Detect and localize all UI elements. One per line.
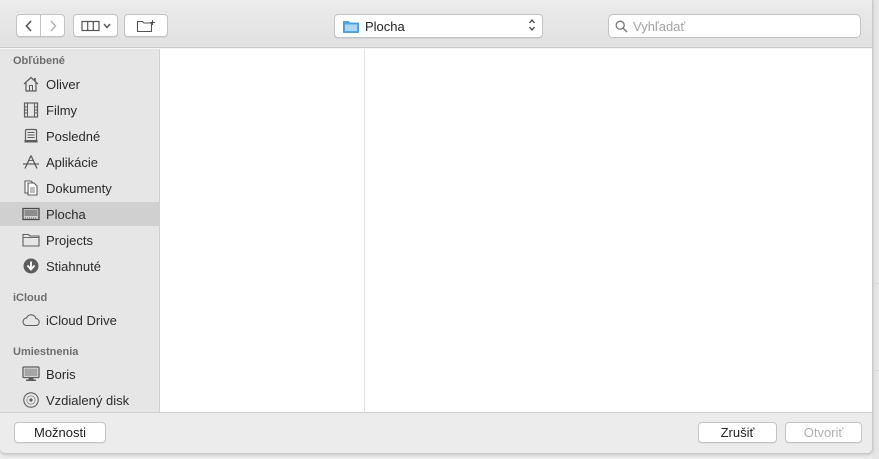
section-title-locations: Umiestnenia (13, 346, 79, 358)
sidebar-item-label: Boris (46, 366, 76, 382)
location-label: Plocha (365, 18, 405, 34)
desktop-folder-icon (343, 20, 359, 33)
column-view-icon (80, 20, 101, 32)
back-button[interactable] (16, 14, 41, 37)
bottom-bar: Možnosti Zrušiť Otvoriť (0, 412, 872, 453)
location-popup[interactable]: Plocha (334, 14, 543, 38)
new-folder-icon (136, 19, 156, 33)
download-icon (21, 257, 41, 275)
sidebar-item-label: Stiahnuté (46, 258, 101, 274)
column-divider[interactable] (364, 49, 365, 412)
sidebar-item-applications[interactable]: Aplikácie (0, 150, 159, 174)
applications-icon (21, 153, 41, 171)
sidebar-item-remote-disc[interactable]: Vzdialený disk (0, 388, 159, 412)
sidebar-item-icloud-drive[interactable]: iCloud Drive (0, 308, 159, 332)
updown-arrows-icon (528, 18, 536, 32)
disc-icon (21, 391, 41, 409)
sidebar-item-label: Projects (46, 232, 93, 248)
folder-icon (21, 231, 41, 249)
sidebar-item-desktop[interactable]: Plocha (0, 202, 159, 226)
forward-button[interactable] (40, 14, 65, 37)
file-browser-area[interactable] (160, 49, 872, 412)
sidebar-item-computer[interactable]: Boris (0, 362, 159, 386)
home-icon (21, 75, 41, 93)
sidebar-item-label: Vzdialený disk (46, 392, 130, 408)
search-input[interactable] (633, 18, 853, 34)
sidebar-item-label: Aplikácie (46, 154, 99, 170)
open-button[interactable]: Otvoriť (785, 422, 862, 443)
computer-icon (21, 365, 41, 383)
open-file-dialog: Plocha Obľúbené Oliver Filmy (0, 0, 873, 454)
sidebar-item-label: Plocha (46, 206, 86, 222)
sidebar-item-label: Posledné (46, 128, 101, 144)
search-field[interactable] (608, 14, 861, 38)
toolbar: Plocha (0, 0, 872, 48)
sidebar-item-projects[interactable]: Projects (0, 228, 159, 252)
sidebar-item-label: Filmy (46, 102, 78, 118)
sidebar-item-recents[interactable]: Posledné (0, 124, 159, 148)
chevron-right-icon (48, 19, 58, 33)
sidebar-item-label: Dokumenty (46, 180, 112, 196)
section-title-icloud: iCloud (13, 292, 48, 304)
cloud-icon (21, 311, 41, 329)
search-icon (615, 20, 628, 33)
new-folder-button[interactable] (124, 14, 168, 37)
sidebar-item-documents[interactable]: Dokumenty (0, 176, 159, 200)
chevron-down-icon (102, 23, 111, 29)
section-title-favorites: Obľúbené (13, 55, 65, 67)
documents-icon (21, 179, 41, 197)
sidebar: Obľúbené Oliver Filmy Posledné Aplikácie (0, 49, 160, 412)
desktop-icon (21, 205, 41, 223)
sidebar-item-downloads[interactable]: Stiahnuté (0, 254, 159, 278)
sidebar-item-movies[interactable]: Filmy (0, 98, 159, 122)
film-icon (21, 101, 41, 119)
background-window-edge (872, 0, 879, 459)
sidebar-item-label: iCloud Drive (46, 312, 117, 328)
options-button[interactable]: Možnosti (14, 422, 106, 443)
recents-icon (21, 127, 41, 145)
chevron-left-icon (24, 19, 34, 33)
view-mode-button[interactable] (73, 14, 118, 37)
sidebar-item-label: Oliver (46, 76, 80, 92)
sidebar-item-home[interactable]: Oliver (0, 72, 159, 96)
cancel-button[interactable]: Zrušiť (698, 422, 777, 443)
